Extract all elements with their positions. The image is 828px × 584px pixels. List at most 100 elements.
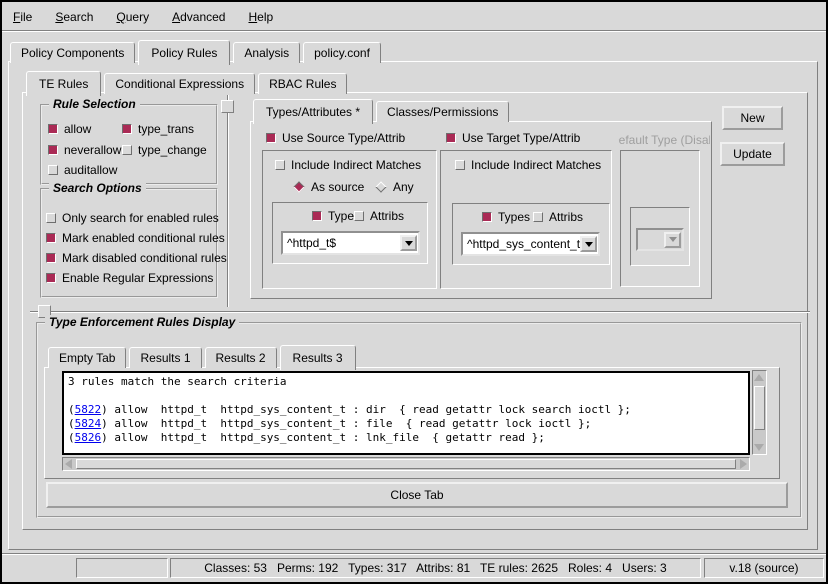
results-horizontal-scrollbar[interactable] [62, 457, 750, 471]
checkbox-source-attribs[interactable]: Attribs [354, 209, 404, 223]
checkbox-indicator [446, 133, 456, 143]
target-type-combobox[interactable]: ^httpd_sys_content_t$ [461, 232, 600, 256]
checkbox-enable-regex[interactable]: Enable Regular Expressions [46, 271, 213, 285]
menubar-separator [2, 30, 826, 32]
checkbox-label: type_trans [138, 122, 194, 136]
tab-classes-permissions[interactable]: Classes/Permissions [376, 101, 509, 122]
dropdown-arrow-icon[interactable] [580, 236, 597, 252]
radio-label: Any [393, 180, 414, 194]
radio-indicator [375, 181, 386, 192]
tab-empty-tab[interactable]: Empty Tab [48, 347, 126, 368]
checkbox-only-enabled-rules[interactable]: Only search for enabled rules [46, 211, 219, 225]
vertical-sash-handle[interactable] [221, 100, 234, 113]
checkbox-target-types[interactable]: Types [482, 210, 530, 224]
radio-as-source[interactable]: As source [293, 180, 364, 194]
checkbox-source-types[interactable]: Types [312, 209, 360, 223]
radio-indicator [293, 181, 304, 192]
horizontal-scroll-thumb[interactable] [76, 459, 736, 469]
checkbox-type-trans[interactable]: type_trans [122, 122, 194, 136]
checkbox-label: Include Indirect Matches [471, 158, 601, 172]
default-type-combobox [636, 228, 684, 251]
rule-line: (5826) allow httpd_t httpd_sys_content_t… [68, 431, 744, 445]
tab-results-3[interactable]: Results 3 [280, 345, 356, 370]
checkbox-type-change[interactable]: type_change [122, 143, 207, 157]
checkbox-neverallow[interactable]: neverallow [48, 143, 121, 157]
apol-window: File Search Query Advanced Help Policy C… [0, 0, 828, 584]
checkbox-indicator [48, 124, 58, 134]
tab-types-attributes[interactable]: Types/Attributes * [253, 99, 373, 124]
checkbox-source-indirect[interactable]: Include Indirect Matches [275, 158, 421, 172]
source-type-combobox[interactable]: ^httpd_t$ [281, 231, 420, 255]
statusbar-separator [2, 553, 826, 555]
checkbox-use-target-type[interactable]: Use Target Type/Attrib [446, 131, 580, 145]
checkbox-indicator [533, 212, 543, 222]
results-text-area: 3 rules match the search criteria (5822)… [62, 371, 750, 455]
dropdown-arrow-icon[interactable] [400, 235, 417, 251]
rule-id-link[interactable]: 5822 [75, 403, 102, 416]
radio-any[interactable]: Any [375, 180, 414, 194]
statusbar-empty-panel [76, 558, 168, 578]
checkbox-allow[interactable]: allow [48, 122, 91, 136]
rules-tabs: TE Rules Conditional Expressions RBAC Ru… [26, 70, 350, 94]
scroll-up-icon[interactable] [754, 374, 764, 381]
vertical-scroll-thumb[interactable] [754, 386, 765, 430]
new-button[interactable]: New [722, 106, 783, 130]
close-tab-button[interactable]: Close Tab [46, 482, 788, 508]
checkbox-indicator [455, 160, 465, 170]
checkbox-label: Use Source Type/Attrib [282, 131, 405, 145]
vertical-sash[interactable] [227, 95, 229, 307]
radio-label: As source [311, 180, 364, 194]
checkbox-target-indirect[interactable]: Include Indirect Matches [455, 158, 601, 172]
tab-te-rules[interactable]: TE Rules [26, 71, 101, 96]
results-summary: 3 rules match the search criteria [68, 375, 744, 389]
menu-file[interactable]: File [10, 8, 35, 26]
scroll-down-icon[interactable] [754, 444, 764, 451]
source-type-combobox-value[interactable]: ^httpd_t$ [283, 236, 400, 250]
checkbox-label: Types [498, 210, 530, 224]
rule-id-link[interactable]: 5824 [75, 417, 102, 430]
results-tabs: Empty Tab Results 1 Results 2 Results 3 [48, 345, 359, 368]
horizontal-sash[interactable] [30, 311, 810, 313]
menu-query[interactable]: Query [113, 8, 152, 26]
tab-policy-conf[interactable]: policy.conf [303, 42, 381, 63]
checkbox-indicator [482, 212, 492, 222]
scroll-left-icon[interactable] [65, 459, 72, 469]
checkbox-use-source-type[interactable]: Use Source Type/Attrib [266, 131, 405, 145]
menu-help[interactable]: Help [245, 8, 276, 26]
checkbox-target-attribs[interactable]: Attribs [533, 210, 583, 224]
checkbox-auditallow[interactable]: auditallow [48, 163, 117, 177]
checkbox-mark-enabled-conditional[interactable]: Mark enabled conditional rules [46, 231, 225, 245]
dropdown-arrow-icon [664, 232, 681, 248]
checkbox-indicator [275, 160, 285, 170]
default-type-label: Default Type (Disabled) [618, 133, 710, 147]
tab-policy-components[interactable]: Policy Components [10, 42, 135, 63]
checkbox-label: auditallow [64, 163, 117, 177]
rule-line: (5822) allow httpd_t httpd_sys_content_t… [68, 403, 744, 417]
checkbox-indicator [266, 133, 276, 143]
tab-policy-rules[interactable]: Policy Rules [138, 40, 230, 65]
menu-search[interactable]: Search [52, 8, 96, 26]
checkbox-label: neverallow [64, 143, 121, 157]
scroll-right-icon[interactable] [740, 459, 747, 469]
checkbox-indicator [312, 211, 322, 221]
blank-line [68, 389, 744, 403]
rule-line: (5824) allow httpd_t httpd_sys_content_t… [68, 417, 744, 431]
checkbox-indicator [46, 213, 56, 223]
te-rules-display-title: Type Enforcement Rules Display [45, 315, 239, 329]
checkbox-label: Mark disabled conditional rules [62, 251, 227, 265]
tab-rbac-rules[interactable]: RBAC Rules [258, 73, 347, 94]
main-tabs: Policy Components Policy Rules Analysis … [10, 38, 384, 63]
update-button[interactable]: Update [720, 142, 785, 166]
menubar: File Search Query Advanced Help [10, 6, 276, 28]
results-vertical-scrollbar[interactable] [752, 370, 767, 455]
tab-results-1[interactable]: Results 1 [129, 347, 201, 368]
checkbox-label: Include Indirect Matches [291, 158, 421, 172]
target-type-combobox-value[interactable]: ^httpd_sys_content_t$ [463, 237, 580, 251]
tab-results-2[interactable]: Results 2 [205, 347, 277, 368]
tab-conditional-expressions[interactable]: Conditional Expressions [104, 73, 255, 94]
rule-id-link[interactable]: 5826 [75, 431, 102, 444]
checkbox-mark-disabled-conditional[interactable]: Mark disabled conditional rules [46, 251, 227, 265]
tab-analysis[interactable]: Analysis [233, 42, 300, 63]
checkbox-indicator [48, 145, 58, 155]
menu-advanced[interactable]: Advanced [169, 8, 228, 26]
